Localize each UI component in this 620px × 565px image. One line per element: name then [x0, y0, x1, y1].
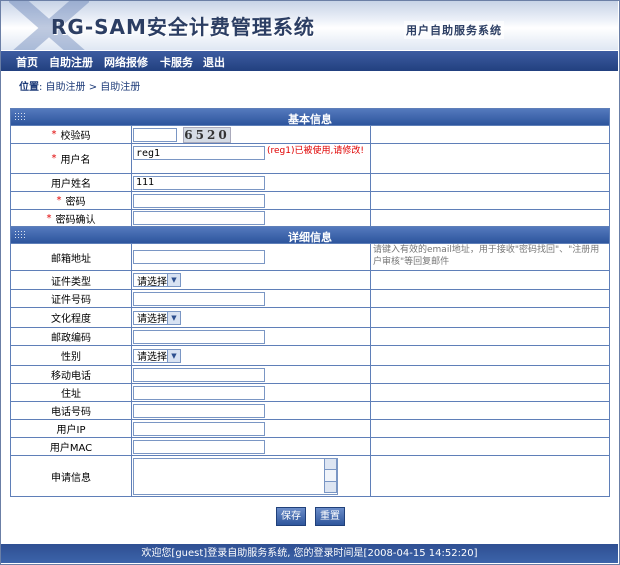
user-ip-label: 用户IP: [56, 425, 86, 436]
education-label: 文化程度: [51, 314, 91, 325]
row-email: 邮箱地址 请键入有效的email地址，用于接收"密码找回"、"注册用户审核"等回…: [11, 244, 609, 271]
captcha-label: 校验码: [60, 131, 91, 142]
row-password: * 密码: [11, 192, 609, 210]
row-realname: 用户姓名: [11, 174, 609, 192]
realname-label: 用户姓名: [51, 179, 91, 190]
id-type-select[interactable]: 请选择 ▼: [133, 273, 181, 288]
section-basic-title: 基本信息: [288, 113, 332, 126]
password-label: 密码: [65, 197, 86, 208]
password-confirm-input[interactable]: [133, 211, 265, 225]
mobile-label: 移动电话: [51, 371, 91, 382]
id-number-input[interactable]: [133, 291, 265, 306]
username-error: (reg1)已被使用,请修改!: [267, 146, 364, 156]
chevron-down-icon: ▼: [167, 349, 180, 362]
user-mac-label: 用户MAC: [49, 443, 93, 454]
zip-label: 邮政编码: [51, 333, 91, 344]
email-input[interactable]: [133, 250, 265, 264]
captcha-image[interactable]: 6520: [183, 126, 231, 143]
username-label: 用户名: [60, 155, 91, 166]
row-password-confirm: * 密码确认: [11, 210, 609, 227]
row-zip: 邮政编码: [11, 328, 609, 346]
nav-repair[interactable]: 网络报修: [104, 54, 148, 70]
section-detail-title: 详细信息: [288, 231, 332, 244]
row-username: *用户名 (reg1)已被使用,请修改!: [11, 144, 609, 174]
apply-info-textarea[interactable]: [133, 458, 338, 495]
address-input[interactable]: [133, 385, 265, 400]
phone-label: 电话号码: [51, 407, 91, 418]
email-label: 邮箱地址: [51, 253, 91, 265]
user-ip-input[interactable]: [133, 421, 265, 436]
row-user-ip: 用户IP: [11, 420, 609, 438]
row-captcha: * 校验码 6520: [11, 126, 609, 144]
textarea-scrollbar[interactable]: [324, 458, 337, 493]
save-button[interactable]: 保存: [276, 507, 306, 526]
section-detail-header: 详细信息: [11, 227, 609, 244]
section-basic-header: 基本信息: [11, 109, 609, 126]
id-number-label: 证件号码: [51, 295, 91, 306]
status-footer: 欢迎您[guest]登录自助服务系统, 您的登录时间是[2008-04-15 1…: [1, 544, 618, 563]
logo-title: RG-SAM安全计费管理系统: [51, 15, 315, 39]
row-gender: 性别 请选择 ▼: [11, 346, 609, 366]
chevron-down-icon: ▼: [167, 274, 180, 286]
chevron-down-icon: ▼: [167, 311, 180, 324]
mobile-input[interactable]: [133, 367, 265, 382]
row-id-number: 证件号码: [11, 290, 609, 308]
breadcrumb-path: : 自助注册 > 自助注册: [39, 82, 141, 93]
breadcrumb: 位置: 自助注册 > 自助注册: [19, 78, 140, 93]
row-address: 住址: [11, 384, 609, 402]
education-select[interactable]: 请选择 ▼: [133, 310, 181, 325]
nav-home[interactable]: 首页: [16, 54, 38, 70]
id-type-label: 证件类型: [51, 276, 91, 288]
row-education: 文化程度 请选择 ▼: [11, 308, 609, 328]
email-hint: 请键入有效的email地址，用于接收"密码找回"、"注册用户审核"等回复邮件: [373, 245, 600, 267]
address-label: 住址: [61, 389, 81, 400]
gender-select[interactable]: 请选择 ▼: [133, 348, 181, 363]
row-apply-info: 申请信息: [11, 456, 609, 496]
zip-input[interactable]: [133, 329, 265, 344]
row-id-type: 证件类型 请选择 ▼: [11, 271, 609, 290]
realname-input[interactable]: [133, 175, 265, 190]
username-input[interactable]: [133, 146, 265, 160]
nav-self-register[interactable]: 自助注册: [49, 54, 93, 70]
row-mobile: 移动电话: [11, 366, 609, 384]
top-nav: 首页 自助注册 网络报修 卡服务 退出: [1, 51, 618, 71]
captcha-input[interactable]: [133, 127, 177, 142]
register-form: 基本信息 *校验码 6520 *用户名 (reg1)已被使用,请修改! 用户姓名…: [10, 108, 610, 497]
phone-input[interactable]: [133, 403, 265, 418]
breadcrumb-label: 位置: [19, 82, 39, 93]
gender-label: 性别: [61, 352, 81, 363]
logo-subtitle: 用户自助服务系统: [404, 21, 504, 39]
user-mac-input[interactable]: [133, 439, 265, 454]
row-phone: 电话号码: [11, 402, 609, 420]
header-banner: RG-SAM安全计费管理系统 用户自助服务系统: [1, 1, 618, 50]
password-confirm-label: 密码确认: [55, 214, 96, 226]
row-user-mac: 用户MAC: [11, 438, 609, 456]
nav-logout[interactable]: 退出: [203, 54, 225, 70]
reset-button[interactable]: 重置: [315, 507, 345, 526]
password-input[interactable]: [133, 193, 265, 208]
apply-info-label: 申请信息: [51, 472, 91, 484]
nav-card-service[interactable]: 卡服务: [160, 54, 193, 70]
